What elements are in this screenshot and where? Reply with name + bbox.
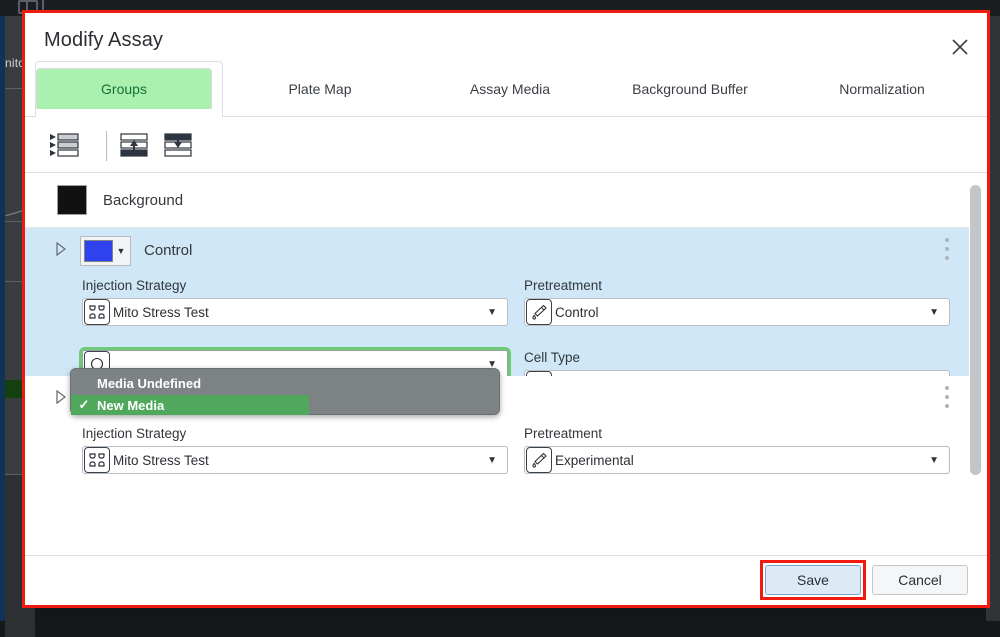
group-experimental-menu-icon[interactable] [937,386,957,412]
right-panel [986,16,1000,621]
chevron-down-icon: ▼ [113,247,129,256]
control-injection-strategy-value: Mito Stress Test [113,305,487,320]
groups-toolbar [25,117,987,173]
expand-collapse-rows-icon[interactable] [47,130,81,160]
groups-list: Background ▼ Control Injection Strategy [25,173,987,555]
dialog-title: Modify Assay [44,29,163,52]
dropdown-option-label: New Media [97,398,164,413]
pipette-icon [526,447,552,473]
experimental-pretreatment-label: Pretreatment [524,426,950,441]
tab-plate-map[interactable]: Plate Map [235,68,405,109]
tab-normalization[interactable]: Normalization [787,68,977,109]
group-control-swatch [84,240,113,262]
injection-ports-icon [84,447,110,473]
chevron-down-icon: ▼ [929,307,939,318]
experimental-pretreatment-select[interactable]: Experimental ▼ [524,446,950,474]
check-icon: ✓ [71,397,97,413]
experimental-injection-strategy-value: Mito Stress Test [113,453,487,468]
experimental-pretreatment-field: Pretreatment Experimental ▼ [524,426,950,474]
control-pretreatment-label: Pretreatment [524,278,950,293]
windows-icon [18,0,38,14]
modify-assay-dialog: Modify Assay Groups Plate Map Assay Medi… [25,13,987,605]
background-row-label: Background [103,192,183,209]
tab-background-buffer[interactable]: Background Buffer [595,68,785,109]
chevron-down-icon: ▼ [487,307,497,318]
control-injection-strategy-label: Injection Strategy [82,278,508,293]
experimental-injection-strategy-field: Injection Strategy Mito Stress Test ▼ [82,426,508,474]
tab-groups[interactable]: Groups [36,68,212,109]
close-icon[interactable] [947,34,973,60]
dialog-tabs: Groups Plate Map Assay Media Background … [25,61,987,117]
pipette-icon [526,299,552,325]
group-control-menu-icon[interactable] [937,238,957,264]
dialog-footer: Save Cancel [25,555,987,605]
experimental-pretreatment-value: Experimental [555,453,929,468]
control-cell-type-label: Cell Type [524,350,950,365]
save-button[interactable]: Save [765,565,861,595]
cancel-button[interactable]: Cancel [872,565,968,595]
dropdown-option-new-media[interactable]: ✓ New Media [71,395,309,415]
control-pretreatment-field: Pretreatment Control ▼ [524,278,950,326]
background-color-swatch [57,185,87,215]
control-injection-strategy-select[interactable]: Mito Stress Test ▼ [82,298,508,326]
group-control-color-picker[interactable]: ▼ [80,236,131,266]
group-control: ▼ Control Injection Strategy [25,228,975,376]
chevron-right-icon[interactable] [55,390,67,404]
assay-media-dropdown[interactable]: Media Undefined ✓ New Media [70,368,500,415]
experimental-injection-strategy-select[interactable]: Mito Stress Test ▼ [82,446,508,474]
scrollbar-thumb[interactable] [970,185,981,475]
control-pretreatment-select[interactable]: Control ▼ [524,298,950,326]
injection-ports-icon [84,299,110,325]
chevron-down-icon: ▼ [929,455,939,466]
insert-row-below-icon[interactable] [161,130,195,160]
chevron-right-icon[interactable] [55,242,67,256]
experimental-injection-strategy-label: Injection Strategy [82,426,508,441]
control-injection-strategy-field: Injection Strategy Mito Stress Test ▼ [82,278,508,326]
group-control-header[interactable]: ▼ Control [25,228,975,276]
insert-row-above-icon[interactable] [117,130,151,160]
toolbar-separator [106,131,107,161]
group-control-name: Control [144,242,192,259]
background-row[interactable]: Background [25,173,975,228]
tab-assay-media[interactable]: Assay Media [425,68,595,109]
control-pretreatment-value: Control [555,305,929,320]
chevron-down-icon: ▼ [487,455,497,466]
dropdown-header: Media Undefined [71,373,499,393]
dropdown-header-label: Media Undefined [97,376,201,391]
